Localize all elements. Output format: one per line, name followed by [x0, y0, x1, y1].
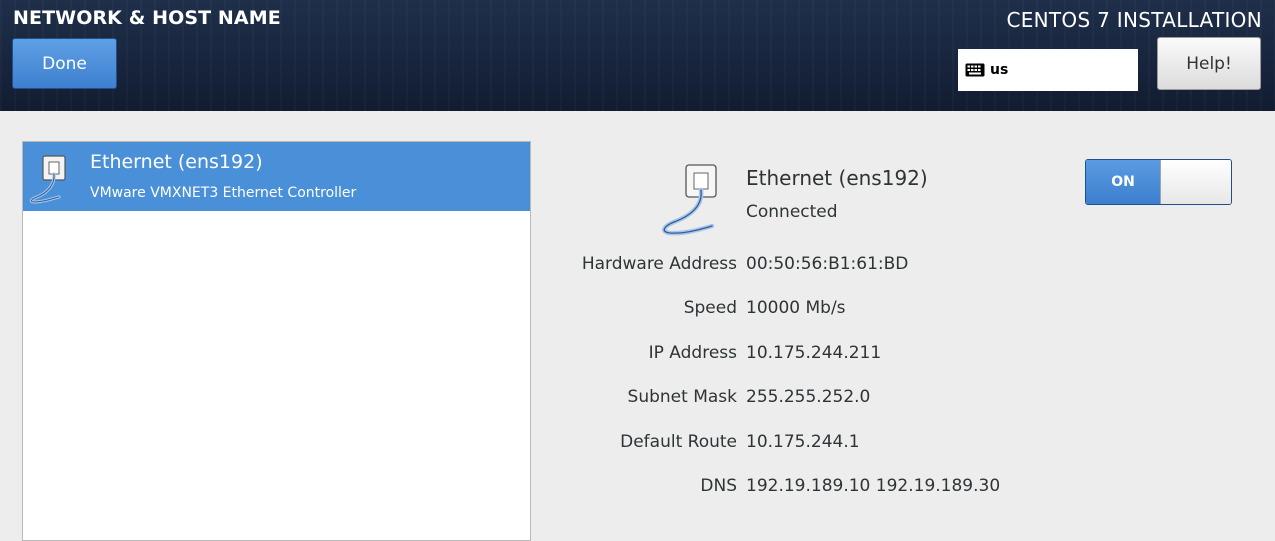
device-list-item[interactable]: Ethernet (ens192) VMware VMXNET3 Etherne… [23, 142, 530, 211]
property-row: IP Address 10.175.244.211 [540, 343, 882, 363]
property-label: DNS [700, 476, 737, 496]
device-on-off-toggle[interactable]: ON [1085, 159, 1232, 205]
keyboard-layout-indicator[interactable]: us [958, 49, 1138, 91]
property-value: 10.175.244.211 [746, 343, 882, 363]
toggle-on-label: ON [1086, 160, 1160, 204]
toggle-knob [1160, 160, 1231, 204]
ethernet-cable-icon [654, 160, 746, 240]
property-label: Subnet Mask [627, 387, 737, 407]
help-button[interactable]: Help! [1157, 37, 1261, 90]
property-row: Speed 10000 Mb/s [540, 298, 846, 318]
property-row: Subnet Mask 255.255.252.0 [540, 387, 871, 407]
property-value: 255.255.252.0 [746, 387, 871, 407]
ethernet-cable-icon [25, 149, 85, 209]
device-connection-status: Connected [746, 202, 838, 222]
product-title: CENTOS 7 INSTALLATION [1006, 8, 1262, 32]
keyboard-icon [965, 62, 985, 78]
property-value: 10000 Mb/s [746, 298, 846, 318]
device-list[interactable]: Ethernet (ens192) VMware VMXNET3 Etherne… [22, 141, 531, 541]
keyboard-layout-label: us [990, 62, 1009, 78]
property-value: 10.175.244.1 [746, 432, 860, 452]
device-description: VMware VMXNET3 Ethernet Controller [90, 185, 357, 201]
device-name: Ethernet (ens192) [90, 151, 263, 173]
spoke-title: NETWORK & HOST NAME [13, 7, 281, 29]
device-detail-name: Ethernet (ens192) [746, 166, 928, 190]
property-row: Hardware Address 00:50:56:B1:61:BD [540, 254, 909, 274]
property-row: DNS 192.19.189.10 192.19.189.30 [540, 476, 1000, 496]
property-label: Speed [683, 298, 737, 318]
property-row: Default Route 10.175.244.1 [540, 432, 859, 452]
property-value: 00:50:56:B1:61:BD [746, 254, 909, 274]
property-value: 192.19.189.10 192.19.189.30 [746, 476, 1001, 496]
header-bar: NETWORK & HOST NAME Done CENTOS 7 INSTAL… [0, 0, 1275, 111]
property-label: Hardware Address [581, 254, 737, 274]
property-label: Default Route [620, 432, 737, 452]
property-label: IP Address [648, 343, 737, 363]
done-button[interactable]: Done [12, 38, 117, 89]
